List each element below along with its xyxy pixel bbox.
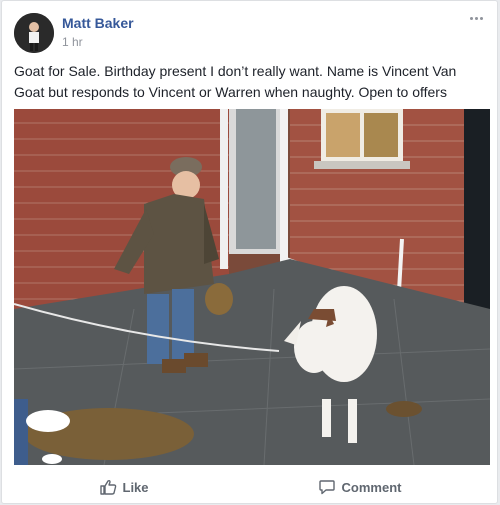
post-card: Matt Baker 1 hr Goat for Sale. Birthday … (1, 0, 498, 504)
comment-button[interactable]: Comment (318, 478, 402, 496)
post-timestamp[interactable]: 1 hr (62, 35, 83, 49)
author-avatar[interactable] (14, 13, 54, 53)
like-label: Like (122, 479, 149, 495)
like-button[interactable]: Like (99, 478, 149, 496)
post-actions: Like Comment (14, 471, 486, 503)
thumbs-up-icon (99, 479, 116, 495)
comment-bubble-icon (318, 480, 335, 495)
goat-photo-illustration (14, 109, 490, 465)
comment-label: Comment (341, 479, 402, 495)
avatar-image (14, 13, 54, 53)
post-photo[interactable] (14, 109, 490, 465)
author-name[interactable]: Matt Baker (62, 15, 134, 31)
more-options-icon[interactable] (465, 11, 487, 25)
post-text: Goat for Sale. Birthday present I don’t … (14, 63, 457, 100)
